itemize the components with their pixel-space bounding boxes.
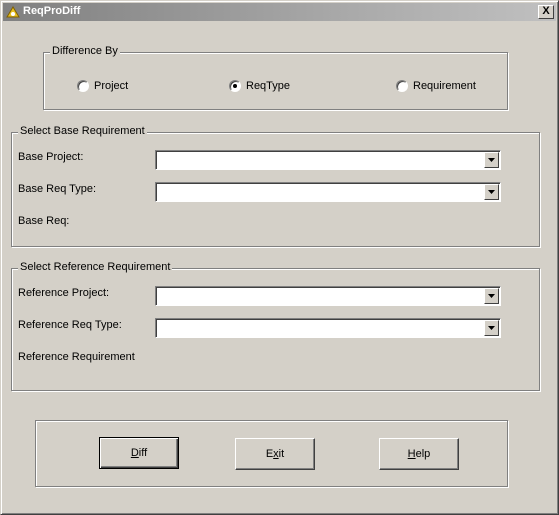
reference-reqtype-dropdown-button[interactable] xyxy=(484,320,499,336)
help-accel: H xyxy=(407,448,416,460)
radio-reqtype-label: ReqType xyxy=(246,80,291,92)
radio-reqtype-circle[interactable] xyxy=(229,80,241,92)
title-bar[interactable]: ReqProDiff X xyxy=(3,3,556,21)
reference-project-combo[interactable] xyxy=(155,286,501,306)
reference-reqtype-combo[interactable] xyxy=(155,318,501,338)
help-button[interactable]: Help xyxy=(379,438,459,470)
radio-project-circle[interactable] xyxy=(77,80,89,92)
difference-by-label: Difference By xyxy=(50,45,120,57)
base-project-dropdown-button[interactable] xyxy=(484,152,499,168)
radio-selected-dot xyxy=(233,84,237,88)
chevron-down-icon xyxy=(488,294,495,298)
chevron-down-icon xyxy=(488,326,495,330)
base-project-combo[interactable] xyxy=(155,150,501,170)
radio-project-label: Project xyxy=(94,80,129,92)
exit-rest: it xyxy=(278,448,285,460)
reference-project-label: Reference Project: xyxy=(18,287,110,299)
radio-requirement-circle[interactable] xyxy=(396,80,408,92)
reference-requirement-text: Reference Requirement xyxy=(18,351,135,363)
reference-requirement-label: Select Reference Requirement xyxy=(18,261,173,273)
base-reqtype-dropdown-button[interactable] xyxy=(484,184,499,200)
base-project-label: Base Project: xyxy=(18,151,84,163)
base-reqtype-label: Base Req Type: xyxy=(18,183,97,195)
reference-reqtype-label: Reference Req Type: xyxy=(18,319,122,331)
chevron-down-icon xyxy=(488,158,495,162)
close-button[interactable]: X xyxy=(538,5,554,19)
reqprodiff-window: ReqProDiff X Difference By Project ReqTy… xyxy=(0,0,559,515)
radio-project[interactable]: Project xyxy=(77,80,128,92)
window-title: ReqProDiff xyxy=(23,5,81,17)
diff-rest: iff xyxy=(138,447,148,459)
radio-requirement-label: Requirement xyxy=(413,80,476,92)
help-rest: elp xyxy=(415,448,431,460)
app-icon xyxy=(6,6,20,18)
base-requirement-label: Select Base Requirement xyxy=(18,125,147,137)
diff-accel: D xyxy=(130,447,139,459)
reference-project-dropdown-button[interactable] xyxy=(484,288,499,304)
exit-button[interactable]: Exit xyxy=(235,438,315,470)
base-reqtype-combo[interactable] xyxy=(155,182,501,202)
radio-requirement[interactable]: Requirement xyxy=(396,80,476,92)
close-icon: X xyxy=(542,5,550,17)
chevron-down-icon xyxy=(488,190,495,194)
base-req-label: Base Req: xyxy=(18,215,70,227)
radio-reqtype[interactable]: ReqType xyxy=(229,80,290,92)
diff-button[interactable]: Diff xyxy=(99,437,179,469)
difference-by-group: Difference By Project ReqType Requiremen… xyxy=(43,45,508,110)
